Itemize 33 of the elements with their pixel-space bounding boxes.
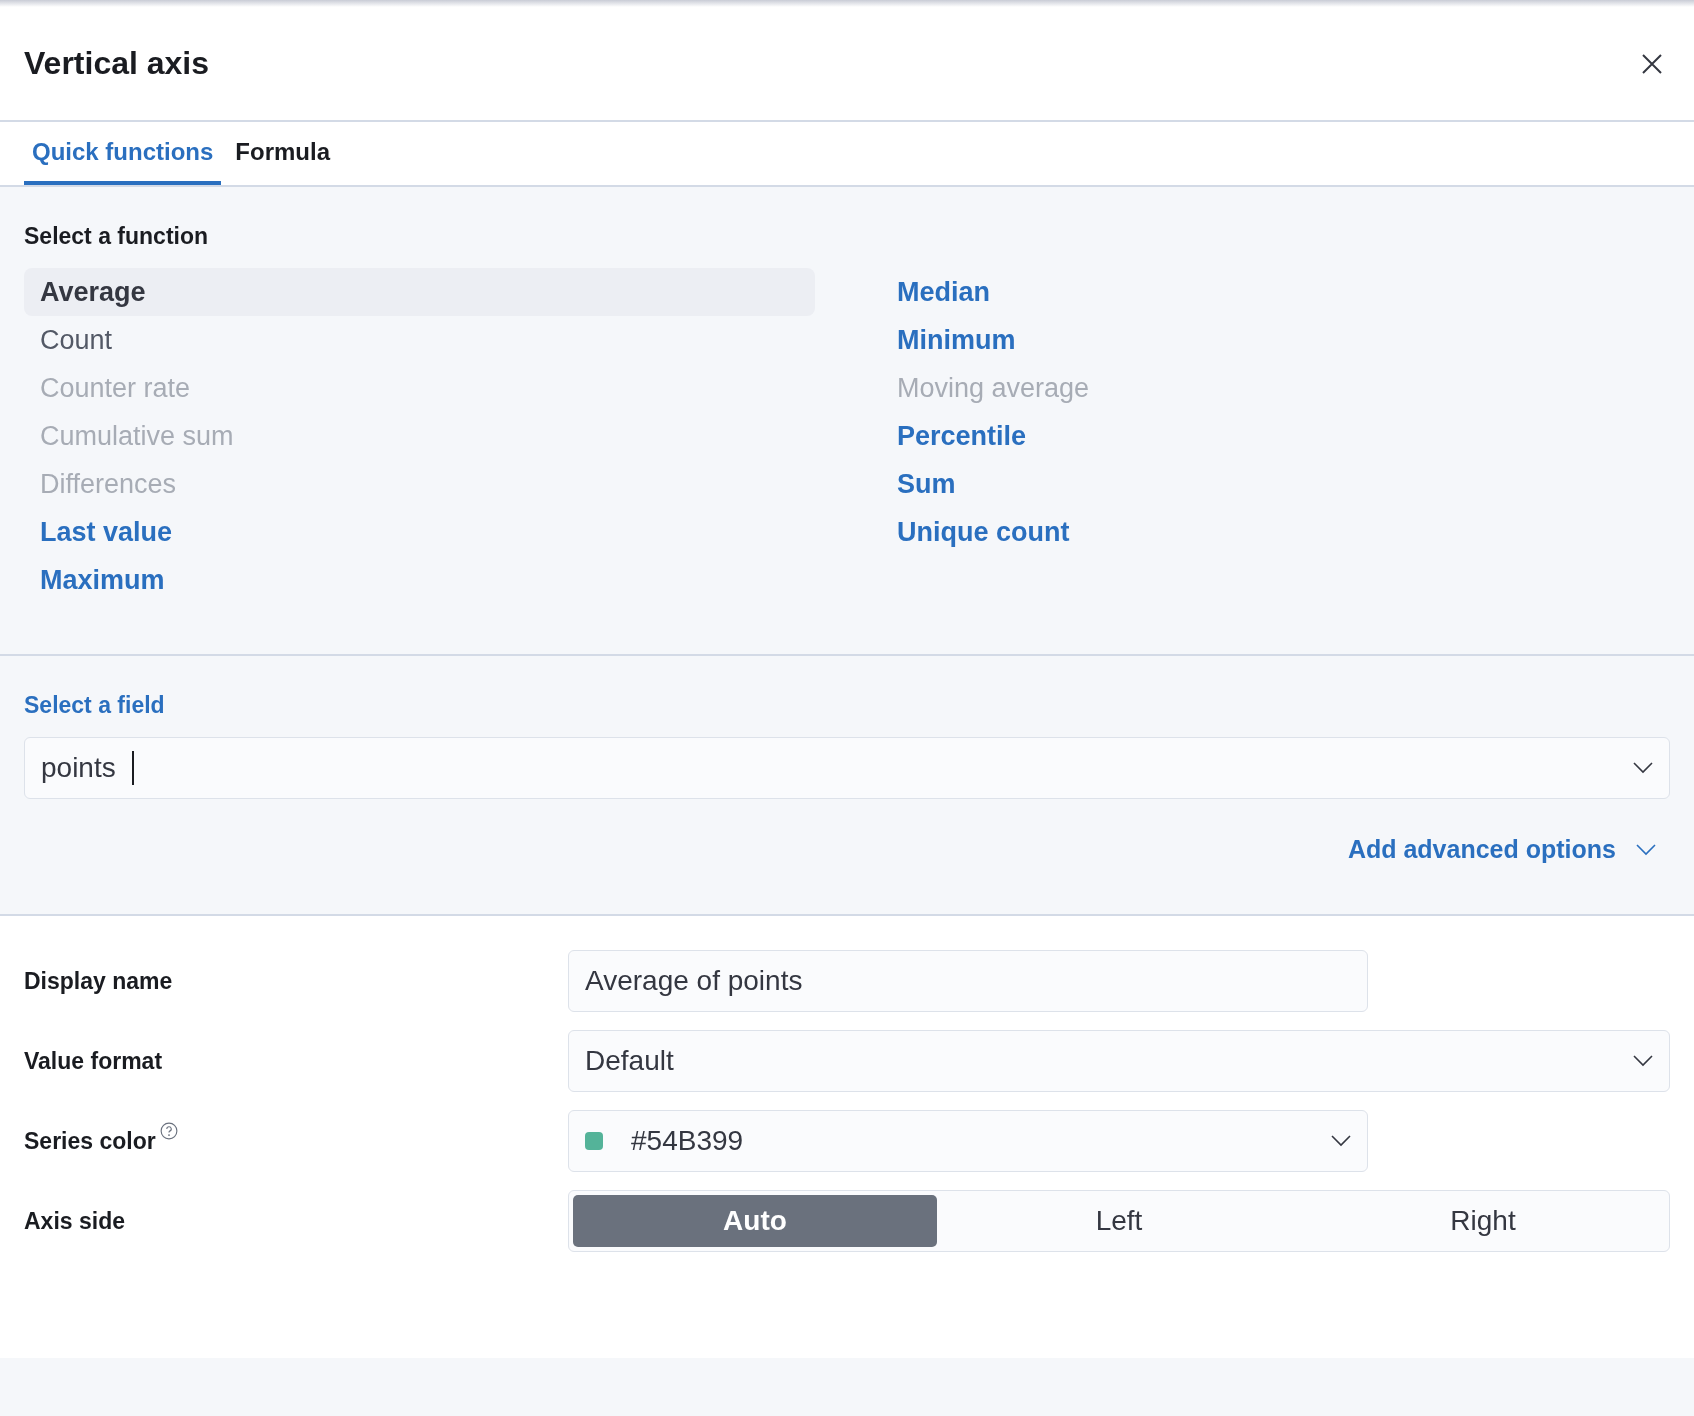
axis-side-option[interactable]: Right [1301,1195,1665,1247]
axis-side-option[interactable]: Left [937,1195,1301,1247]
chevron-down-icon [1331,1135,1351,1147]
function-option[interactable]: Average [24,268,815,316]
color-picker[interactable]: #54B399 [568,1110,1368,1172]
section-label: Select a function [24,223,210,250]
function-option[interactable]: Last value [24,508,815,556]
close-icon [1640,51,1664,76]
chevron-down-icon [1636,843,1656,856]
function-option[interactable]: Minimum [881,316,1670,364]
function-option[interactable]: Count [24,316,815,364]
chevron-down-icon [1633,762,1653,774]
function-option[interactable]: Sum [881,460,1670,508]
function-option[interactable]: Unique count [881,508,1670,556]
setting-label: Display name [24,967,173,995]
chevron-down-icon [1633,1055,1653,1067]
text-cursor [131,751,134,785]
flyout-title: Vertical axis [24,45,211,82]
field-combobox[interactable]: points [24,737,1670,799]
function-option[interactable]: Percentile [881,412,1670,460]
setting-label: Axis side [24,1207,125,1235]
tab[interactable]: Formula [227,122,339,185]
function-option[interactable]: Median [881,268,1670,316]
field-label: Select a field [24,692,166,719]
field-value: points [41,752,116,784]
setting-label: Series color [24,1127,156,1155]
function-option[interactable]: Maximum [24,556,815,604]
select-field[interactable]: Default [568,1030,1670,1092]
advanced-options-link[interactable]: Add advanced options [1333,835,1670,864]
setting-label: Value format [24,1047,163,1075]
text-field[interactable]: Average of points [568,950,1368,1012]
axis-side-option[interactable]: Auto [573,1195,937,1247]
color-value: #54B399 [631,1125,744,1157]
